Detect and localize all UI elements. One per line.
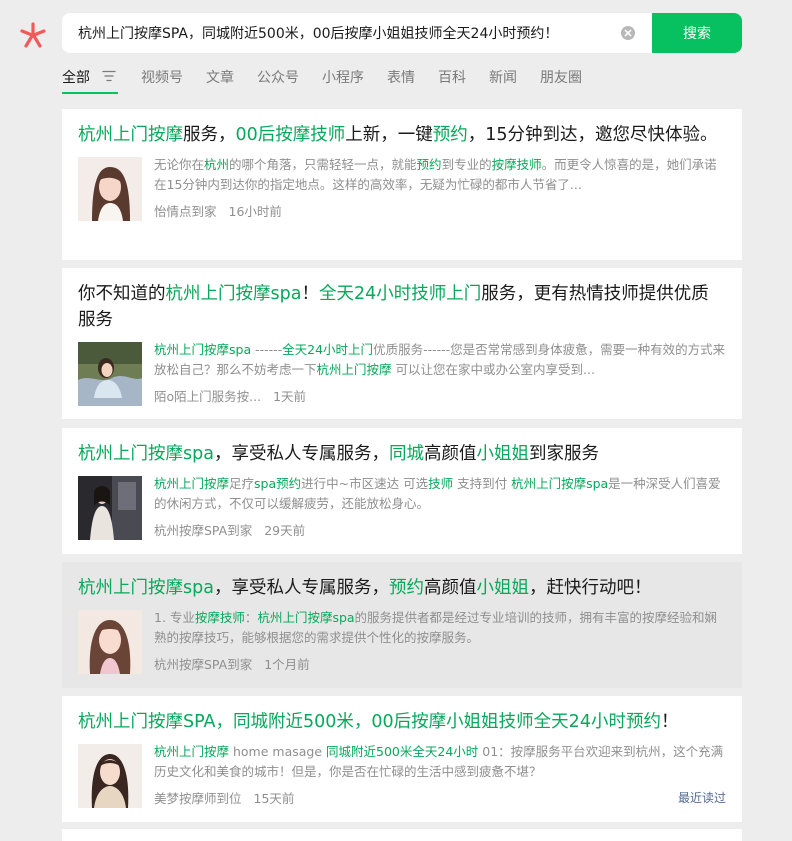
text-segment: 服务，	[183, 125, 236, 145]
search-result[interactable]: 你不知道的杭州上门按摩spa！全天24小时技师上门服务，更有热情技师提供优质服务…	[62, 268, 742, 419]
keyword-highlight: 杭州上门按摩spa	[78, 444, 214, 464]
text-segment: 高颜值	[423, 578, 477, 598]
search-result[interactable]: 杭州上门按摩服务，00后按摩技师上新，一键预约，15分钟到达，邀您尽快体验。 无…	[62, 109, 742, 260]
text-segment: 支持到付	[453, 476, 512, 491]
result-thumbnail	[78, 157, 142, 221]
keyword-highlight: 杭州上门按摩spa	[511, 476, 609, 491]
keyword-highlight: 按摩技师	[194, 610, 245, 625]
text-segment: ，享受私人专属服务，	[213, 444, 389, 464]
tab-official-accounts[interactable]: 公众号	[257, 67, 299, 93]
text-segment: ！	[660, 712, 679, 732]
search-button[interactable]: 搜索	[652, 13, 742, 53]
result-description: 杭州上门按摩足疗spa预约进行中~市区速达 可选技师 支持到付 杭州上门按摩sp…	[154, 474, 726, 514]
keyword-highlight: 按摩技师	[491, 157, 542, 172]
text-segment: 到专业的	[441, 157, 492, 172]
text-segment: ：	[244, 610, 258, 625]
text-segment: 足疗	[229, 476, 255, 491]
result-time: 1个月前	[264, 657, 310, 672]
tab-articles[interactable]: 文章	[206, 67, 234, 93]
recently-read-badge: 最近读过	[677, 791, 726, 805]
clear-icon[interactable]	[620, 25, 636, 41]
result-source[interactable]: 怡情点到家	[154, 201, 217, 220]
keyword-highlight: 杭州上门按摩SPA，同城附近500米，00后按摩小姐姐技师全天24小时预约	[78, 712, 661, 732]
search-query[interactable]: 杭州上门按摩SPA，同城附近500米，00后按摩小姐姐技师全天24小时预约！	[78, 23, 614, 43]
keyword-highlight: 杭州上门按摩spa	[257, 610, 355, 625]
search-result[interactable]: 杭州上门按摩SPA，同城附近500米，00后按摩小姐姐技师全天24小时预约！ 杭…	[62, 696, 742, 822]
text-segment: ，享受私人专属服务，	[213, 578, 389, 598]
search-result-partial[interactable]	[62, 829, 742, 841]
search-input[interactable]: 杭州上门按摩SPA，同城附近500米，00后按摩小姐姐技师全天24小时预约！	[62, 13, 652, 53]
tab-label: 全部	[62, 70, 90, 86]
result-time: 15天前	[253, 791, 295, 806]
tab-channels[interactable]: 视频号	[141, 67, 183, 93]
keyword-highlight: 杭州	[204, 157, 230, 172]
tab-stickers[interactable]: 表情	[387, 67, 415, 93]
keyword-highlight: 全天24小时上门	[282, 342, 374, 357]
keyword-highlight: 杭州上门按摩	[154, 744, 230, 759]
text-segment: 高颜值	[423, 444, 477, 464]
result-title[interactable]: 杭州上门按摩服务，00后按摩技师上新，一键预约，15分钟到达，邀您尽快体验。	[78, 122, 726, 148]
result-title[interactable]: 杭州上门按摩spa，享受私人专属服务，同城高颜值小姐姐到家服务	[78, 441, 726, 467]
result-thumbnail	[78, 610, 142, 674]
result-thumbnail	[78, 744, 142, 808]
keyword-highlight: 00后按摩技师	[235, 125, 346, 145]
keyword-highlight: 全天24小时技师上门	[318, 284, 482, 304]
result-description: 无论你在杭州的哪个角落，只需轻轻一点，就能预约到专业的按摩技师。而更令人惊喜的是…	[154, 155, 726, 195]
result-time: 29天前	[264, 523, 306, 538]
result-source[interactable]: 杭州按摩SPA到家	[154, 654, 252, 673]
text-segment: 的哪个角落，只需轻轻一点，就能	[229, 157, 417, 172]
keyword-highlight: 预约	[388, 578, 424, 598]
text-segment: 1. 专业	[154, 610, 195, 625]
wechat-search-logo-icon	[20, 22, 46, 48]
keyword-highlight: 杭州上门按摩spa	[78, 578, 214, 598]
result-description: 杭州上门按摩 home masage 同城附近500米全天24小时 01：按摩服…	[154, 742, 726, 782]
text-segment: ！	[301, 284, 319, 304]
result-thumbnail	[78, 476, 142, 540]
keyword-highlight: 小姐姐	[476, 578, 529, 598]
keyword-highlight: 杭州上门按摩spa	[165, 284, 302, 304]
result-source[interactable]: 杭州按摩SPA到家	[154, 520, 252, 539]
text-segment: ，赶快行动吧！	[528, 578, 652, 598]
search-result[interactable]: 杭州上门按摩spa，享受私人专属服务，预约高颜值小姐姐，赶快行动吧！ 1. 专业…	[62, 562, 742, 688]
keyword-highlight: 预约	[432, 125, 468, 145]
keyword-highlight: 技师	[428, 476, 454, 491]
keyword-highlight: 小姐姐	[476, 444, 529, 464]
keyword-highlight: 杭州上门按摩	[78, 125, 183, 145]
text-segment: 你不知道的	[78, 284, 166, 304]
result-title[interactable]: 杭州上门按摩spa，享受私人专属服务，预约高颜值小姐姐，赶快行动吧！	[78, 575, 726, 601]
text-segment: 到家服务	[528, 444, 599, 464]
filter-icon[interactable]	[102, 70, 116, 82]
result-description: 1. 专业按摩技师：杭州上门按摩spa的服务提供者都是经过专业培训的技师，拥有丰…	[154, 608, 726, 648]
tab-news[interactable]: 新闻	[489, 67, 517, 93]
text-segment: 上新，一键	[345, 125, 433, 145]
keyword-highlight: 预约	[416, 157, 442, 172]
text-segment: 进行中~市区速达 可选	[301, 476, 429, 491]
keyword-highlight: 杭州上门按摩spa	[154, 342, 252, 357]
search-tabs: 全部 视频号 文章 公众号 小程序 表情 百科 新闻 朋友圈	[62, 67, 605, 95]
tab-mini-programs[interactable]: 小程序	[322, 67, 364, 93]
result-source[interactable]: 美梦按摩师到位	[154, 788, 242, 807]
search-result[interactable]: 杭州上门按摩spa，享受私人专属服务，同城高颜值小姐姐到家服务 杭州上门按摩足疗…	[62, 428, 742, 554]
keyword-highlight: 杭州上门按摩	[154, 476, 230, 491]
result-description: 杭州上门按摩spa ------全天24小时上门优质服务------您是否常常感…	[154, 340, 726, 380]
text-segment: 无论你在	[154, 157, 205, 172]
text-segment: ，15分钟到达，邀您尽快体验。	[467, 125, 718, 145]
text-segment: 可以让您在家中或办公室内享受到...	[391, 362, 595, 377]
result-source[interactable]: 陌o陌上门服务按...	[154, 386, 261, 405]
keyword-highlight: 同城	[388, 444, 424, 464]
tab-all[interactable]: 全部	[62, 67, 118, 94]
result-time: 1天前	[273, 389, 307, 404]
keyword-highlight: 杭州上门按摩	[316, 362, 392, 377]
result-thumbnail	[78, 342, 142, 406]
result-title[interactable]: 你不知道的杭州上门按摩spa！全天24小时技师上门服务，更有热情技师提供优质服务	[78, 281, 726, 333]
keyword-highlight: spa预约	[254, 476, 302, 491]
result-time: 16小时前	[228, 204, 282, 219]
tab-encyclopedia[interactable]: 百科	[438, 67, 466, 93]
text-segment: ------	[251, 342, 283, 357]
result-title[interactable]: 杭州上门按摩SPA，同城附近500米，00后按摩小姐姐技师全天24小时预约！	[78, 709, 726, 735]
tab-moments[interactable]: 朋友圈	[540, 67, 582, 93]
keyword-highlight: 同城附近500米全天24小时	[326, 744, 479, 759]
text-segment: home masage	[229, 744, 327, 759]
